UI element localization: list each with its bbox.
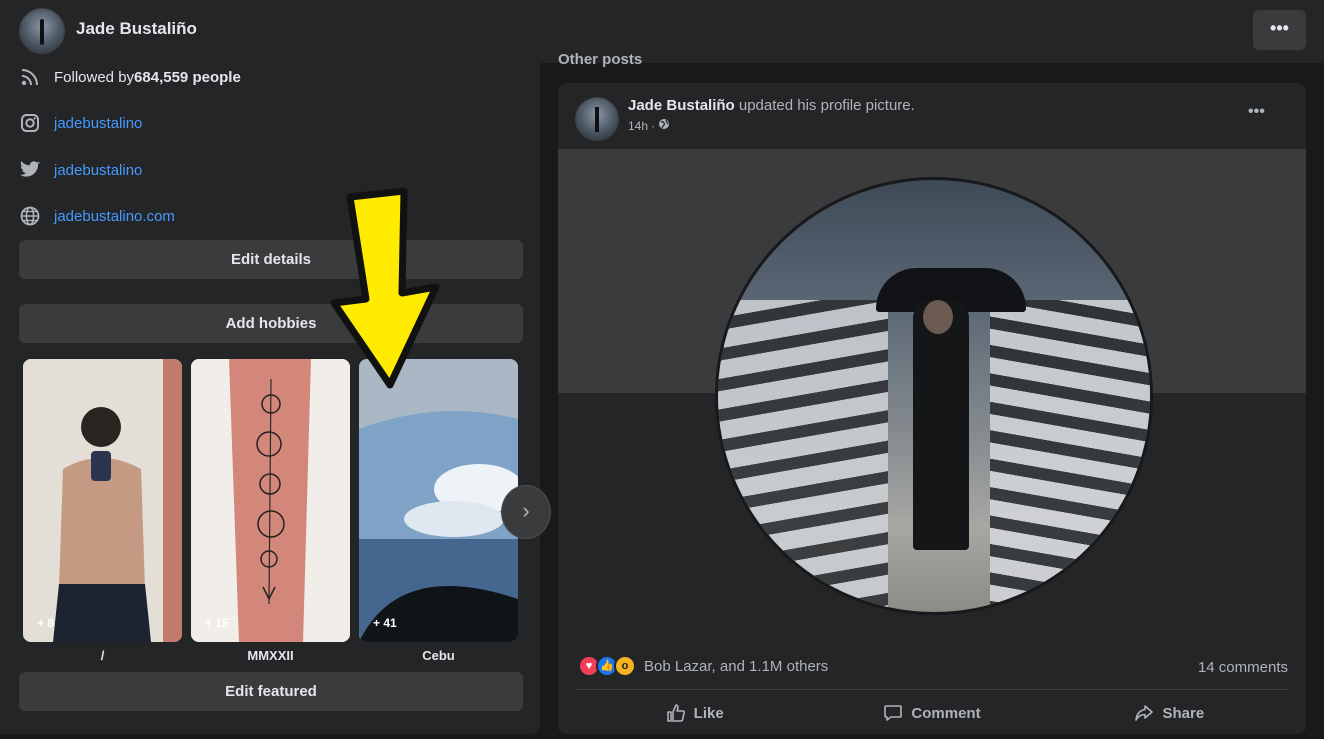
- profile-top-bar: Jade Bustaliño •••: [0, 0, 1324, 63]
- comment-button[interactable]: Comment: [813, 695, 1050, 731]
- comment-label: Comment: [911, 704, 981, 722]
- share-label: Share: [1162, 704, 1205, 722]
- comments-count[interactable]: 14 comments: [1198, 659, 1288, 676]
- edit-featured-button[interactable]: Edit featured: [19, 672, 523, 711]
- rss-icon: [19, 66, 41, 88]
- followers-count: 684,559: [134, 68, 189, 86]
- post-timestamp[interactable]: 14h: [628, 119, 648, 133]
- post-action-text: updated his profile picture.: [734, 97, 915, 114]
- yellow-arrow-annotation: [330, 187, 440, 389]
- featured-count: + 41: [373, 616, 397, 630]
- intro-panel: Followed by 684,559 people jadebustalino…: [0, 63, 551, 734]
- featured-label: Cebu: [422, 648, 455, 663]
- twitter-icon: [19, 159, 41, 181]
- profile-avatar[interactable]: [19, 8, 65, 54]
- post-author-avatar[interactable]: [575, 97, 619, 141]
- like-button[interactable]: Like: [576, 695, 813, 731]
- profile-post: Jade Bustaliño updated his profile pictu…: [558, 83, 1306, 734]
- chevron-right-icon[interactable]: ›: [501, 485, 551, 539]
- reactions-summary[interactable]: ♥ 👍 o Bob Lazar, and 1.1M others: [578, 655, 828, 677]
- featured-collection-1[interactable]: + 8: [23, 359, 182, 642]
- more-options-button[interactable]: •••: [1253, 10, 1306, 50]
- globe-icon: [658, 118, 670, 133]
- divider: [576, 689, 1288, 690]
- followers-suffix: people: [188, 68, 241, 86]
- post-meta: 14h ·: [628, 118, 670, 133]
- like-label: Like: [693, 704, 724, 722]
- featured-label: MMXXII: [247, 648, 294, 663]
- twitter-row: jadebustalino: [19, 158, 142, 182]
- instagram-icon: [19, 112, 41, 134]
- comment-icon: [884, 705, 903, 721]
- featured-collection-3[interactable]: + 41: [359, 359, 518, 642]
- post-more-options-button[interactable]: •••: [1248, 103, 1265, 121]
- share-icon: [1135, 705, 1154, 721]
- followers-row: Followed by 684,559 people: [19, 65, 241, 89]
- profile-picture-photo[interactable]: [715, 177, 1153, 615]
- featured-count: + 15: [205, 616, 229, 630]
- post-actions: Like Comment Share: [576, 695, 1288, 731]
- instagram-link[interactable]: jadebustalino: [54, 115, 142, 132]
- wow-reaction-icon: o: [614, 655, 636, 677]
- meta-separator: ·: [651, 118, 656, 133]
- instagram-row: jadebustalino: [19, 111, 142, 135]
- reactions-text[interactable]: Bob Lazar, and 1.1M others: [644, 658, 828, 675]
- thumbs-up-icon: [666, 704, 685, 722]
- post-author-name[interactable]: Jade Bustaliño: [628, 97, 735, 114]
- other-posts-heading: Other posts: [558, 51, 643, 68]
- website-link[interactable]: jadebustalino.com: [54, 208, 175, 225]
- globe-icon: [19, 205, 41, 227]
- share-button[interactable]: Share: [1051, 695, 1288, 731]
- featured-label: /: [100, 648, 105, 663]
- followers-prefix: Followed by: [54, 68, 135, 86]
- website-row: jadebustalino.com: [19, 204, 175, 228]
- featured-count: + 8: [37, 616, 55, 630]
- post-header-text: Jade Bustaliño updated his profile pictu…: [628, 97, 915, 114]
- post-photo-area[interactable]: [558, 149, 1306, 641]
- profile-name[interactable]: Jade Bustaliño: [76, 19, 197, 39]
- twitter-link[interactable]: jadebustalino: [54, 162, 142, 179]
- featured-collection-2[interactable]: + 15: [191, 359, 350, 642]
